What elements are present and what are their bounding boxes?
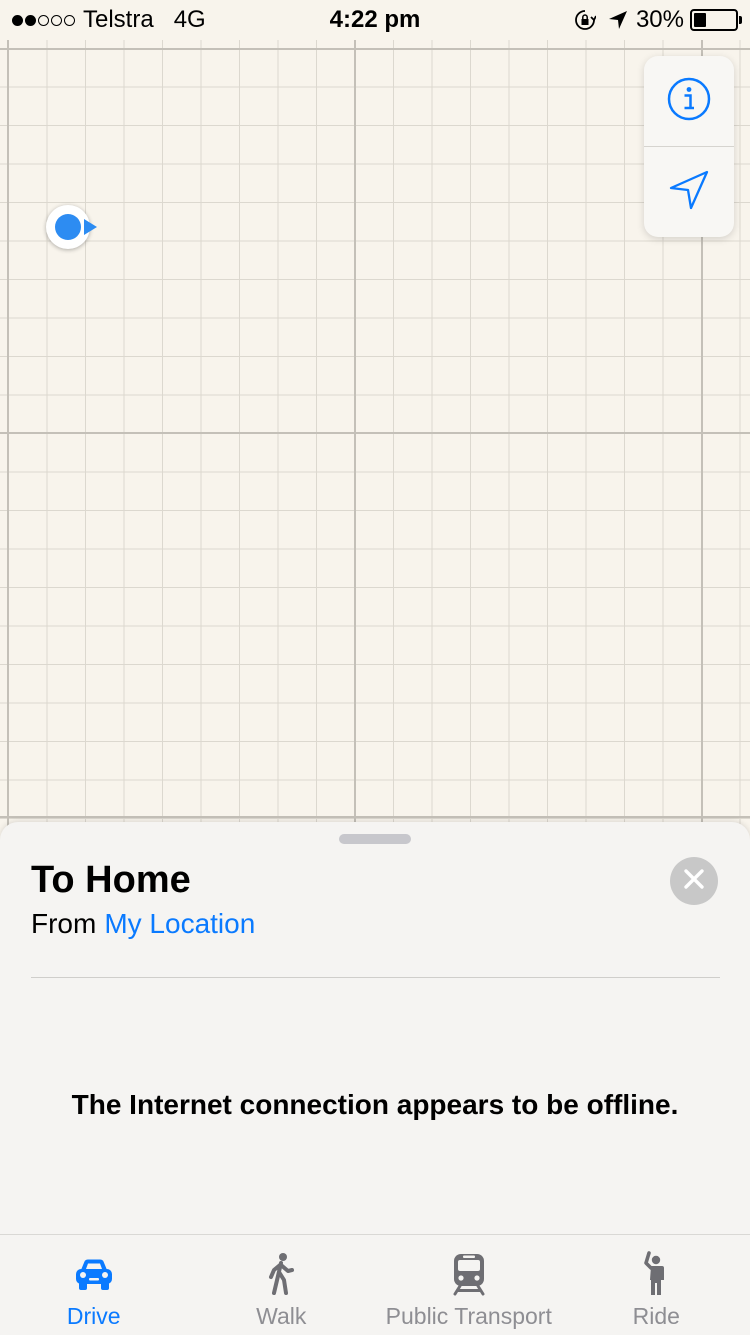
map-info-button[interactable] — [644, 56, 734, 146]
status-bar: Telstra 4G 4:22 pm 30% — [0, 0, 750, 40]
train-icon — [452, 1249, 486, 1299]
battery-percent: 30% — [636, 6, 684, 34]
tab-walk-label: Walk — [256, 1303, 306, 1329]
walk-icon — [266, 1249, 296, 1299]
map-controls — [644, 56, 734, 237]
tab-drive[interactable]: Drive — [0, 1235, 188, 1335]
current-location-marker[interactable] — [46, 205, 96, 251]
heading-indicator — [84, 219, 97, 235]
close-icon — [683, 868, 705, 895]
tab-walk[interactable]: Walk — [188, 1235, 376, 1335]
transport-mode-tabs: Drive Walk Public Transport — [0, 1234, 750, 1335]
location-services-icon — [608, 10, 628, 30]
offline-message: The Internet connection appears to be of… — [0, 1087, 750, 1123]
tab-public-transport[interactable]: Public Transport — [375, 1235, 563, 1335]
origin-link[interactable]: My Location — [104, 908, 255, 939]
from-label: From — [31, 908, 96, 939]
sheet-divider — [31, 977, 720, 978]
tab-ride-label: Ride — [633, 1303, 680, 1329]
track-location-button[interactable] — [644, 147, 734, 237]
car-icon — [73, 1249, 115, 1299]
tab-drive-label: Drive — [67, 1303, 121, 1329]
location-arrow-icon — [667, 168, 711, 217]
info-icon — [666, 76, 712, 127]
close-button[interactable] — [670, 857, 718, 905]
tab-ride[interactable]: Ride — [563, 1235, 750, 1335]
origin-line: From My Location — [31, 907, 255, 941]
rotation-lock-icon — [574, 9, 596, 31]
tab-public-transport-label: Public Transport — [386, 1303, 552, 1329]
status-right: 30% — [574, 6, 738, 34]
destination-title: To Home — [31, 858, 191, 902]
battery-level — [694, 13, 706, 27]
ride-icon — [641, 1249, 671, 1299]
battery-icon — [690, 9, 738, 31]
sheet-grabber[interactable] — [339, 834, 411, 844]
location-dot — [55, 214, 81, 240]
map-view[interactable] — [0, 40, 750, 840]
